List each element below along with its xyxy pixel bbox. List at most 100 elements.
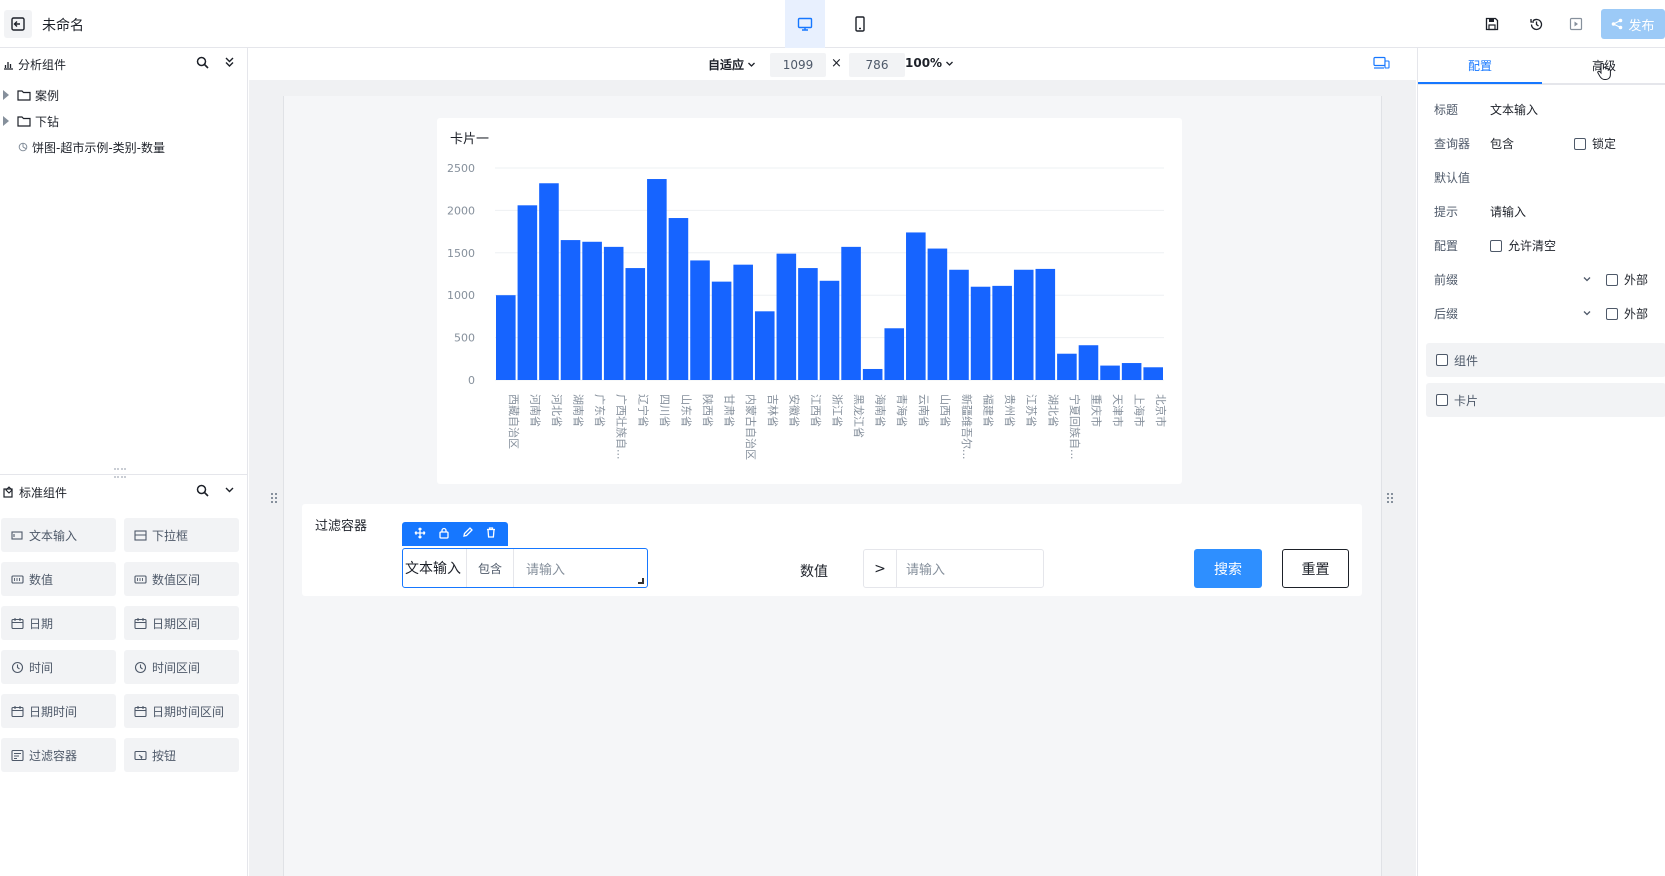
- bar[interactable]: [970, 286, 991, 380]
- component-number-button[interactable]: 数值: [1, 562, 116, 596]
- bar[interactable]: [711, 281, 732, 380]
- expand-arrow-icon[interactable]: [3, 116, 9, 126]
- hint-value[interactable]: 请输入: [1490, 203, 1526, 220]
- checkbox-box[interactable]: [1436, 354, 1448, 366]
- component-clock-button[interactable]: 时间区间: [124, 650, 239, 684]
- component-calendar-button[interactable]: 日期区间: [124, 606, 239, 640]
- bar[interactable]: [496, 295, 516, 380]
- component-calendar-button[interactable]: 日期时间: [1, 694, 116, 728]
- text-input-filter[interactable]: 文本输入 包含 请输入: [402, 548, 648, 588]
- suffix-dropdown[interactable]: [1582, 307, 1592, 321]
- desktop-view-button[interactable]: [785, 0, 825, 48]
- document-title[interactable]: 未命名: [42, 15, 84, 35]
- component-calendar-button[interactable]: 日期: [1, 606, 116, 640]
- allow-clear-checkbox[interactable]: 允许清空: [1490, 237, 1556, 254]
- component-select-button[interactable]: 下拉框: [124, 518, 239, 552]
- component-text-input-button[interactable]: 文本输入: [1, 518, 116, 552]
- tab-config[interactable]: 配置: [1418, 48, 1542, 84]
- canvas-width-input[interactable]: 1099: [770, 53, 826, 77]
- expand-arrow-icon[interactable]: [3, 90, 9, 100]
- bar[interactable]: [690, 260, 710, 380]
- reset-button[interactable]: 重置: [1282, 549, 1349, 588]
- panel-resize-handle-lower[interactable]: [114, 476, 126, 479]
- text-filter-operator[interactable]: 包含: [467, 549, 514, 587]
- tree-item-pie-chart[interactable]: 饼图-超市示例-类别-数量: [18, 136, 165, 158]
- bar[interactable]: [733, 264, 753, 380]
- number-filter-input[interactable]: 请输入: [897, 559, 945, 578]
- suffix-external-checkbox[interactable]: 外部: [1606, 305, 1648, 322]
- bar[interactable]: [841, 246, 861, 380]
- bar[interactable]: [603, 246, 624, 380]
- mobile-view-button[interactable]: [840, 0, 880, 48]
- responsive-preview-button[interactable]: [1373, 56, 1390, 73]
- collapse-analysis-button[interactable]: [224, 56, 235, 71]
- component-button-button[interactable]: 按钮: [124, 738, 239, 772]
- checkbox-box[interactable]: [1606, 307, 1618, 320]
- preview-button[interactable]: [1564, 12, 1588, 36]
- bar[interactable]: [517, 205, 538, 380]
- component-clock-button[interactable]: 时间: [1, 650, 116, 684]
- bar[interactable]: [992, 285, 1012, 380]
- bar[interactable]: [1121, 363, 1142, 380]
- tree-item-cases[interactable]: 案例: [0, 84, 59, 106]
- checkbox-box[interactable]: [1436, 394, 1448, 406]
- bar[interactable]: [1143, 367, 1163, 380]
- delete-button[interactable]: [486, 527, 496, 541]
- number-filter-operator[interactable]: >: [864, 550, 897, 587]
- search-standard-button[interactable]: [196, 484, 209, 500]
- bar[interactable]: [798, 268, 818, 380]
- bar[interactable]: [884, 328, 905, 380]
- back-button[interactable]: [4, 10, 32, 38]
- filter-container[interactable]: 过滤容器 文本输入 包含 请输入 数值 > 请输入 搜索 重置: [302, 504, 1362, 596]
- prefix-external-checkbox[interactable]: 外部: [1606, 271, 1648, 288]
- canvas-right-resize-grip[interactable]: [1387, 493, 1393, 503]
- bar[interactable]: [819, 280, 840, 380]
- history-button[interactable]: [1524, 12, 1548, 36]
- card-style-group[interactable]: 卡片: [1426, 383, 1665, 417]
- search-analysis-button[interactable]: [196, 56, 209, 72]
- edit-button[interactable]: [462, 527, 473, 541]
- bar[interactable]: [927, 248, 948, 380]
- fit-mode-select[interactable]: 自适应: [708, 56, 756, 73]
- bar[interactable]: [862, 368, 883, 380]
- bar[interactable]: [647, 179, 667, 380]
- component-filter-container-button[interactable]: 过滤容器: [1, 738, 116, 772]
- publish-button[interactable]: 发布: [1601, 9, 1665, 39]
- component-style-group[interactable]: 组件: [1426, 343, 1665, 377]
- bar[interactable]: [949, 269, 969, 380]
- save-button[interactable]: [1480, 12, 1504, 36]
- query-value[interactable]: 包含: [1490, 135, 1514, 152]
- title-value[interactable]: 文本输入: [1490, 101, 1538, 118]
- bar[interactable]: [1078, 345, 1099, 380]
- move-button[interactable]: [414, 527, 426, 542]
- bar[interactable]: [625, 268, 646, 380]
- lock-checkbox[interactable]: 锁定: [1574, 135, 1616, 152]
- canvas-left-resize-grip[interactable]: [271, 493, 277, 503]
- resize-handle[interactable]: [638, 578, 644, 584]
- bar[interactable]: [1057, 353, 1077, 380]
- bar[interactable]: [906, 232, 926, 380]
- canvas-height-input[interactable]: 786: [849, 53, 905, 77]
- number-filter[interactable]: > 请输入: [863, 549, 1044, 588]
- tree-item-drilldown[interactable]: 下钻: [0, 110, 59, 132]
- bar[interactable]: [539, 183, 559, 380]
- bar[interactable]: [776, 253, 797, 380]
- bar[interactable]: [668, 218, 689, 380]
- bar[interactable]: [1100, 365, 1120, 380]
- component-number-range-button[interactable]: 数值区间: [124, 562, 239, 596]
- checkbox-box[interactable]: [1574, 137, 1586, 150]
- collapse-standard-button[interactable]: [224, 484, 235, 499]
- bar[interactable]: [582, 241, 602, 380]
- prefix-dropdown[interactable]: [1582, 273, 1592, 287]
- text-filter-input[interactable]: 请输入: [514, 559, 565, 578]
- panel-resize-handle[interactable]: [114, 468, 126, 471]
- chart-card[interactable]: 卡片一 2500 2000 1500 1000 500 0 西藏自治区 河南省 河北省 湖南省 广东…: [437, 118, 1182, 484]
- checkbox-box[interactable]: [1606, 273, 1618, 286]
- checkbox-box[interactable]: [1490, 239, 1502, 252]
- bar[interactable]: [754, 311, 775, 380]
- search-button[interactable]: 搜索: [1194, 549, 1262, 588]
- component-calendar-button[interactable]: 日期时间区间: [124, 694, 239, 728]
- bar[interactable]: [1035, 268, 1056, 380]
- bar[interactable]: [560, 240, 581, 380]
- zoom-select[interactable]: 100%: [905, 56, 954, 70]
